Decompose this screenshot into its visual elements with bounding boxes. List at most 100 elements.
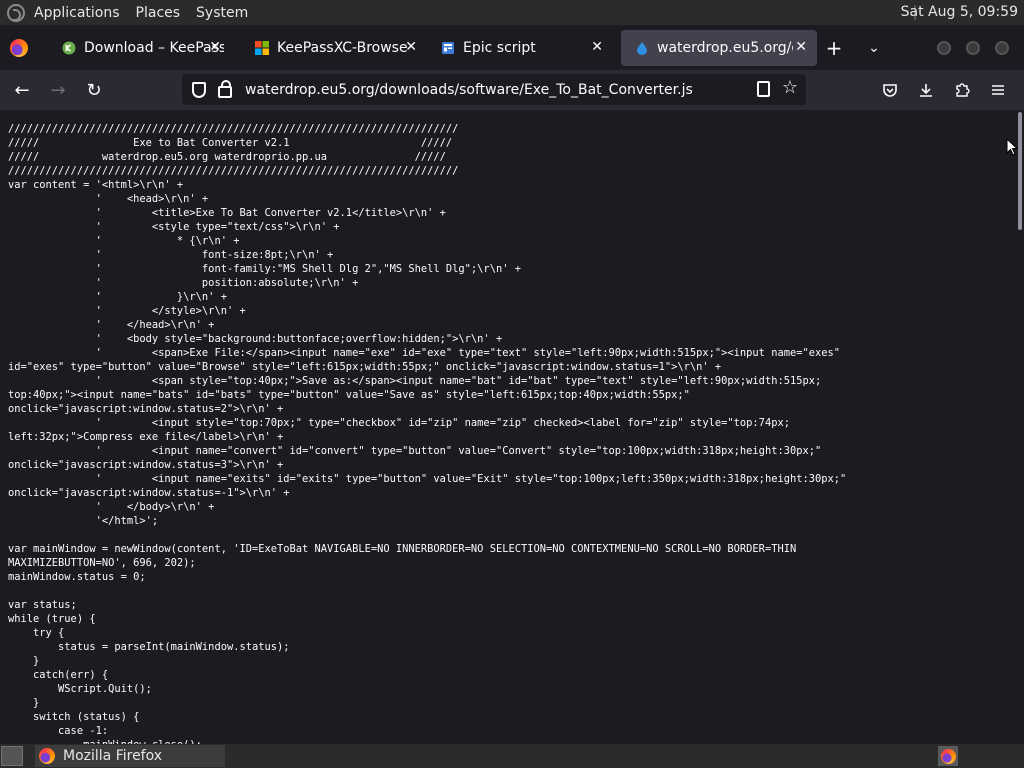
code-line: ' position:absolute;\r\n' + [8,277,359,289]
menu-system[interactable]: System [196,5,248,21]
waterdrop-icon [637,41,647,55]
tab-keepassxc-download[interactable]: Download – KeePassXC ✕ [48,30,231,66]
list-all-tabs-button[interactable]: ⌄ [857,31,891,65]
tab-title: Epic script [463,39,536,56]
code-line: ' <input name="exits" id="exits" type="b… [8,473,847,485]
code-line: var content = '<html>\r\n' + [8,179,184,191]
code-line: switch (status) { [8,711,140,723]
tab-title: KeePassXC-Browser – [277,39,407,56]
bookmark-star-icon[interactable]: ☆ [782,77,798,98]
code-line: } [8,697,40,709]
puzzle-icon [956,83,970,97]
code-line: case -1: [8,725,109,737]
minimize-button[interactable] [937,40,951,55]
keepassxc-green-icon [62,41,76,54]
navigation-toolbar: ← → ↻ waterdrop.eu5.org/downloads/softwa… [0,70,1024,110]
window-controls [937,40,1009,55]
tab-keepassxc-browser[interactable]: KeePassXC-Browser – ✕ [241,30,427,66]
pocket-icon [883,84,897,97]
reload-button[interactable]: ↻ [78,74,110,106]
code-line: ' </style>\r\n' + [8,305,246,317]
code-line: ////////////////////////////////////////… [8,123,459,135]
close-icon[interactable]: ✕ [591,39,603,55]
arrow-left-icon: ← [14,79,30,101]
close-icon[interactable]: ✕ [405,39,417,55]
scrollbar-thumb[interactable] [1018,112,1022,230]
code-line: MAXIMIZEBUTTON=NO', 696, 202); [8,557,196,569]
code-line: ' <input style="top:70px;" type="checkbo… [8,417,790,429]
code-line: onclick="javascript:window.status=3">\r\… [8,459,284,471]
code-line: } [8,655,40,667]
code-line: var mainWindow = newWindow(content, 'ID=… [8,543,797,555]
code-line: ///// waterdrop.eu5.org waterdroprio.pp.… [8,151,446,163]
download-icon [920,84,932,97]
maximize-button[interactable] [966,40,980,55]
code-line: ////////////////////////////////////////… [8,165,459,177]
show-desktop-button[interactable] [1,746,23,766]
code-line: ' <style type="text/css">\r\n' + [8,221,340,233]
url-text[interactable]: waterdrop.eu5.org/downloads/software/Exe… [245,82,693,98]
reload-icon: ↻ [86,79,102,101]
vertical-scrollbar[interactable] [1016,110,1024,744]
code-line: var status; [8,599,77,611]
firefox-view-button[interactable] [2,31,36,65]
toolbar-right-tools [872,74,1016,106]
code-line: ' <title>Exe To Bat Converter v2.1</titl… [8,207,446,219]
tab-epic-script[interactable]: Epic script ✕ [427,30,613,66]
tab-waterdrop-active[interactable]: waterdrop.eu5.org/do ✕ [621,29,817,66]
code-line: id="exes" type="button" value="Browse" s… [8,361,722,373]
firefox-icon [39,748,55,764]
downloads-button[interactable] [908,74,944,106]
code-line: WScript.Quit(); [8,683,152,695]
plus-icon: + [825,35,843,60]
code-line: try { [8,627,65,639]
close-icon[interactable]: ✕ [795,39,807,55]
code-line: top:40px;"><input name="bats" id="bats" … [8,389,690,401]
panel-clock[interactable]: Sat Aug 5, 09:59 [901,4,1018,20]
back-button[interactable]: ← [6,74,38,106]
code-line: left:32px;">Compress exe file</label>\r\… [8,431,284,443]
new-tab-button[interactable]: + [817,31,851,65]
tracking-protection-shield-icon[interactable] [192,81,206,98]
pocket-button[interactable] [872,74,908,106]
bottom-taskbar: Mozilla Firefox [0,744,1024,768]
page-content[interactable]: ////////////////////////////////////////… [0,110,1024,744]
source-code-text: ////////////////////////////////////////… [8,122,1008,744]
tray-firefox-launcher[interactable] [938,746,958,766]
code-line: ' font-family:"MS Shell Dlg 2","MS Shell… [8,263,521,275]
firefox-icon [10,38,28,57]
code-line: status = parseInt(mainWindow.status); [8,641,290,653]
code-line: ' <input name="convert" id="convert" typ… [8,445,822,457]
firefox-icon [940,748,956,764]
document-blue-icon [442,41,454,54]
microsoft-store-icon [255,40,269,55]
close-icon[interactable]: ✕ [209,39,221,55]
reader-view-icon[interactable] [757,81,770,97]
tab-title: Download – KeePassXC [84,39,224,56]
code-line: ' * {\r\n' + [8,235,240,247]
app-menu-button[interactable] [980,74,1016,106]
lock-icon[interactable] [218,79,232,98]
top-panel: Applications Places System Sat Aug 5, 09… [0,0,1024,25]
code-line: onclick="javascript:window.status=2">\r\… [8,403,284,415]
code-line: ' <head>\r\n' + [8,193,209,205]
code-line: onclick="javascript:window.status=-1">\r… [8,487,290,499]
close-window-button[interactable] [995,40,1009,55]
code-line: ' </body>\r\n' + [8,501,215,513]
code-line: '</html>'; [8,515,159,527]
address-bar[interactable]: waterdrop.eu5.org/downloads/software/Exe… [182,74,806,105]
code-line: ' </head>\r\n' + [8,319,215,331]
menu-applications[interactable]: Applications [34,5,120,21]
taskbar-window-firefox[interactable]: Mozilla Firefox [35,745,225,767]
code-line: ' <span>Exe File:</span><input name="exe… [8,347,841,359]
chevron-down-icon: ⌄ [868,39,880,56]
forward-button[interactable]: → [42,74,74,106]
code-line: mainWindow.status = 0; [8,571,146,583]
menu-places[interactable]: Places [136,5,181,21]
tab-strip: Download – KeePassXC ✕ KeePassXC-Browser… [0,25,1024,70]
distro-logo-icon[interactable] [7,3,25,22]
code-line: ' <span style="top:40px;">Save as:</span… [8,375,822,387]
extensions-button[interactable] [944,74,980,106]
